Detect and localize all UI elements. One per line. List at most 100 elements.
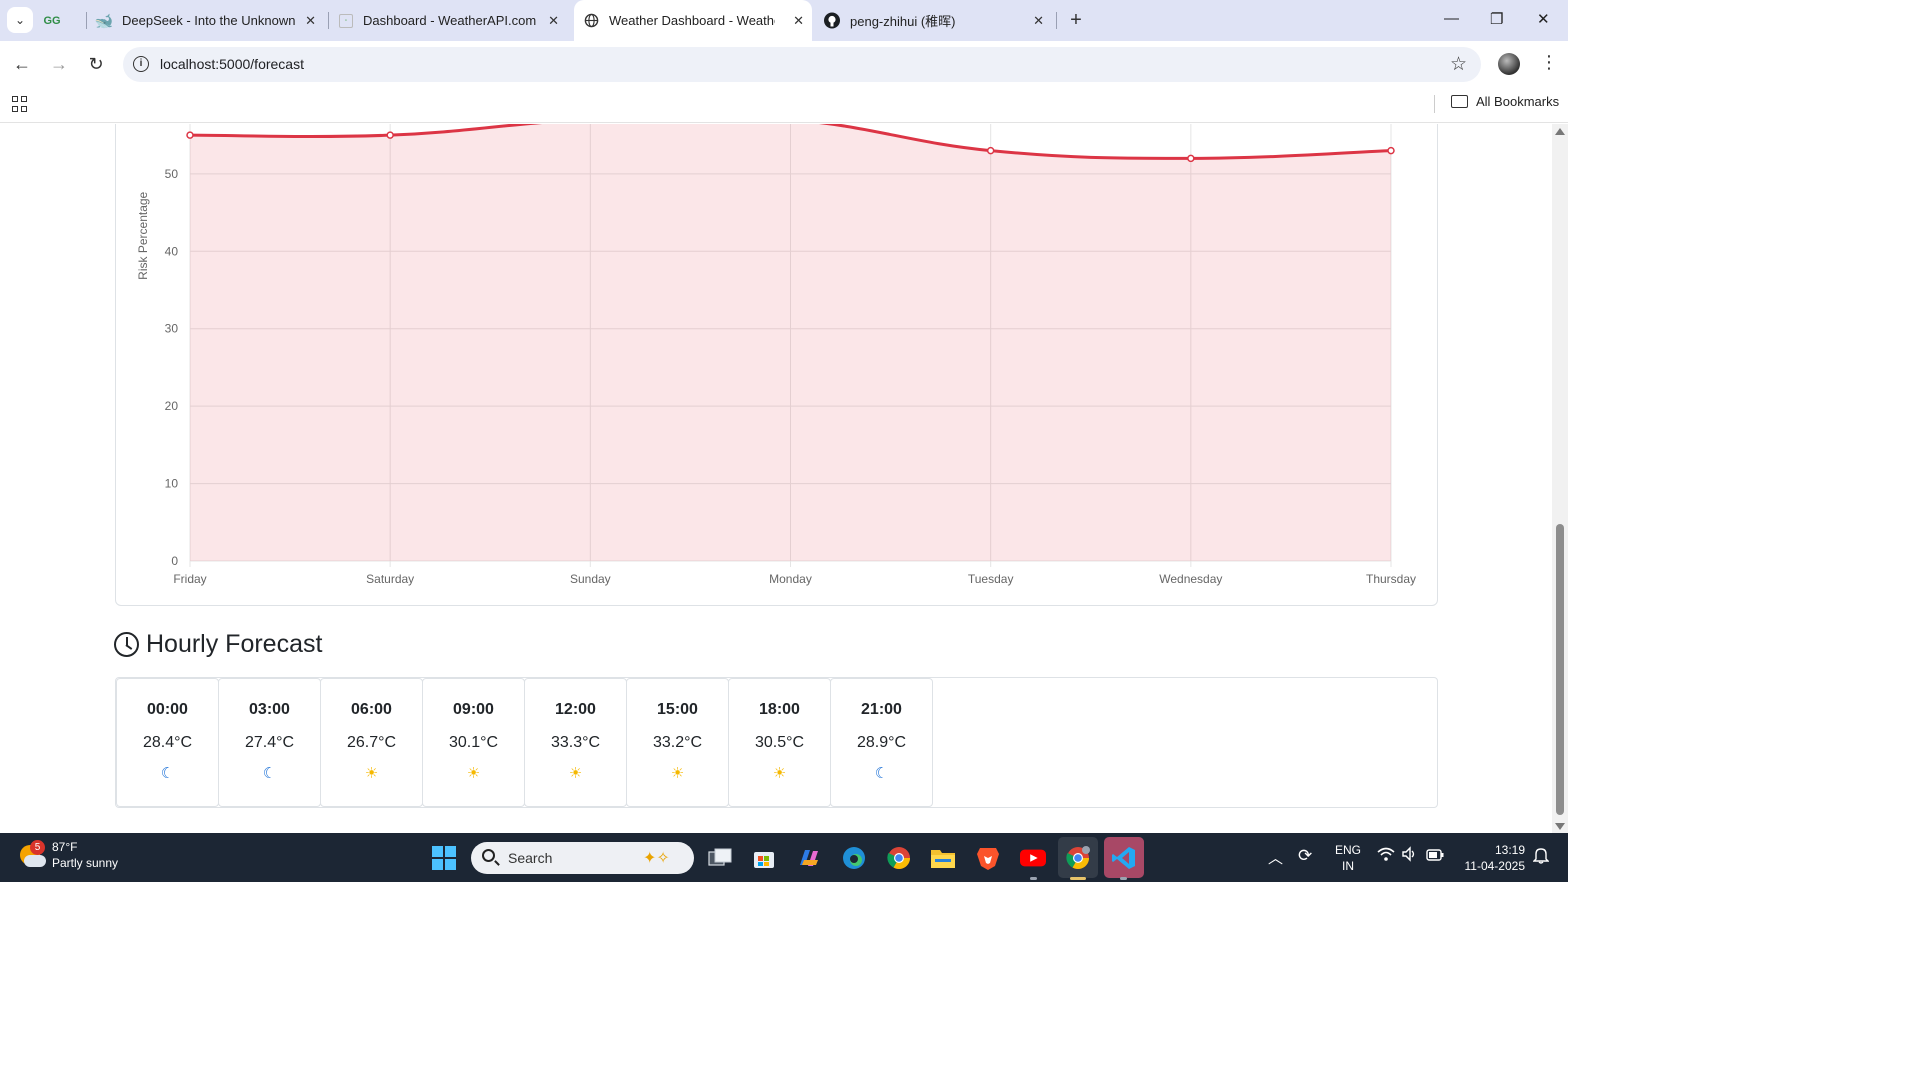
tab-title: Weather Dashboard - Weather — [609, 13, 775, 28]
close-icon[interactable]: ✕ — [1033, 13, 1044, 29]
folder-icon — [1451, 95, 1468, 108]
hourly-time: 12:00 — [555, 701, 596, 718]
file-explorer-icon[interactable] — [930, 845, 956, 871]
task-view-icon[interactable] — [707, 845, 733, 871]
chrome-icon[interactable] — [886, 845, 912, 871]
moon-icon: ☾ — [874, 765, 889, 782]
x-tick-label: Sunday — [570, 572, 611, 586]
tab-separator — [328, 12, 329, 29]
vscode-running-indicator — [1120, 877, 1127, 880]
geeksforgeeks-icon: GG — [43, 14, 61, 27]
y-tick-label: 0 — [171, 554, 178, 568]
x-tick-label: Tuesday — [968, 572, 1014, 586]
notification-bell-icon[interactable] — [1532, 846, 1550, 867]
hourly-card: 18:00 30.5°C ☀ — [728, 678, 831, 807]
reload-button[interactable]: ↻ — [85, 53, 107, 75]
microsoft-store-icon[interactable] — [751, 845, 777, 871]
address-bar[interactable]: i localhost:5000/forecast ☆ — [123, 47, 1481, 82]
hourly-card: 03:00 27.4°C ☾ — [218, 678, 321, 807]
page-viewport: 010203040506070FridaySaturdaySundayMonda… — [0, 124, 1552, 833]
tab-geeksforgeeks[interactable]: GG — [43, 0, 84, 41]
battery-icon[interactable] — [1426, 849, 1444, 864]
copilot-icon[interactable] — [796, 845, 822, 871]
taskbar-search-label: Search — [508, 850, 553, 866]
edge-icon[interactable] — [841, 845, 867, 871]
hourly-time: 06:00 — [351, 701, 392, 718]
all-bookmarks-button[interactable]: All Bookmarks — [1451, 94, 1559, 109]
close-icon[interactable]: ✕ — [793, 13, 804, 29]
brave-icon[interactable] — [975, 845, 1001, 871]
close-icon[interactable]: ✕ — [548, 13, 559, 29]
globe-icon — [583, 13, 599, 29]
wifi-icon[interactable] — [1377, 846, 1395, 865]
risk-chart: 010203040506070FridaySaturdaySundayMonda… — [136, 124, 1416, 586]
tab-separator — [86, 12, 87, 29]
system-clock[interactable]: 13:19 11-04-2025 — [1458, 842, 1526, 874]
tab-weather-dashboard[interactable]: Weather Dashboard - Weather ✕ — [574, 0, 812, 41]
tab-github[interactable]: peng-zhihui (稚晖) ✕ — [824, 0, 1052, 41]
data-point — [1387, 146, 1395, 155]
tab-deepseek[interactable]: 🐋 DeepSeek - Into the Unknown ✕ — [94, 0, 324, 41]
bookmarks-bar: All Bookmarks — [0, 88, 1568, 123]
y-tick-label: 50 — [165, 167, 179, 181]
bookmarks-separator — [1434, 95, 1435, 113]
hourly-temp: 33.3°C — [550, 734, 601, 751]
tab-title: DeepSeek - Into the Unknown — [122, 13, 296, 28]
back-button[interactable]: ← — [11, 53, 33, 75]
youtube-icon[interactable] — [1020, 845, 1046, 871]
apps-grid-icon[interactable] — [12, 96, 28, 112]
show-hidden-icons-chevron[interactable]: ︿ — [1268, 847, 1283, 868]
sun-icon: ☀ — [670, 765, 685, 782]
weather-desc: Partly sunny — [52, 856, 119, 870]
tab-weatherapi[interactable]: ▫ Dashboard - WeatherAPI.com ✕ — [339, 0, 567, 41]
scrollbar-thumb[interactable] — [1556, 524, 1564, 815]
tab-search-button[interactable]: ⌄ — [7, 7, 33, 33]
maximize-button[interactable]: ❐ — [1490, 10, 1503, 28]
page-scrollbar[interactable] — [1552, 124, 1568, 833]
start-windows-icon[interactable] — [432, 846, 456, 870]
menu-kebab-icon[interactable]: ⋮ — [1540, 52, 1558, 73]
vscode-icon[interactable] — [1111, 845, 1137, 871]
scroll-down-arrow[interactable] — [1555, 823, 1565, 830]
hourly-time: 00:00 — [147, 701, 188, 718]
new-tab-button[interactable]: + — [1066, 10, 1086, 30]
browser-toolbar: ← → ↻ i localhost:5000/forecast ☆ ⋮ — [0, 41, 1568, 88]
close-icon[interactable]: ✕ — [305, 13, 316, 29]
tab-title: Dashboard - WeatherAPI.com — [363, 13, 537, 28]
forward-button[interactable]: → — [48, 53, 70, 75]
series-area-fill — [190, 124, 1391, 561]
y-axis-label: Risk Percentage — [136, 191, 150, 279]
hourly-card: 15:00 33.2°C ☀ — [626, 678, 729, 807]
language-indicator[interactable]: ENG IN — [1335, 842, 1361, 874]
moon-icon: ☾ — [262, 765, 277, 782]
hourly-forecast-title: Hourly Forecast — [146, 630, 323, 658]
taskbar-search-box[interactable]: Search ✦✧ — [471, 842, 694, 874]
minimize-button[interactable]: — — [1444, 10, 1459, 27]
close-window-button[interactable]: ✕ — [1537, 10, 1550, 28]
hourly-temp: 26.7°C — [346, 734, 397, 751]
volume-icon[interactable] — [1401, 846, 1417, 865]
scroll-up-arrow[interactable] — [1555, 128, 1565, 135]
sparkle-icon: ✦✧ — [643, 850, 670, 867]
profile-avatar[interactable] — [1498, 53, 1520, 75]
hourly-temp: 33.2°C — [652, 734, 703, 751]
url-text[interactable]: localhost:5000/forecast — [160, 56, 304, 72]
data-point — [1187, 154, 1195, 163]
chrome-running-indicator — [1070, 877, 1086, 880]
all-bookmarks-label: All Bookmarks — [1476, 94, 1560, 109]
moon-icon: ☾ — [160, 765, 175, 782]
bookmark-star-icon[interactable]: ☆ — [1450, 53, 1467, 76]
hourly-time: 21:00 — [861, 701, 902, 718]
deepseek-icon: 🐋 — [94, 12, 114, 30]
sun-icon: ☀ — [466, 765, 481, 782]
clock-time: 13:19 — [1494, 843, 1525, 857]
partly-sunny-icon: 5 — [20, 840, 46, 871]
site-info-icon[interactable]: i — [133, 56, 149, 72]
sync-icon[interactable]: ⟳ — [1298, 846, 1312, 866]
x-tick-label: Wednesday — [1159, 572, 1222, 586]
sun-icon: ☀ — [364, 765, 379, 782]
weather-temp: 87°F — [52, 840, 78, 854]
youtube-running-indicator — [1030, 877, 1037, 880]
weather-widget[interactable]: 5 87°F Partly sunny — [20, 839, 118, 871]
chrome-active-icon[interactable] — [1065, 845, 1091, 871]
